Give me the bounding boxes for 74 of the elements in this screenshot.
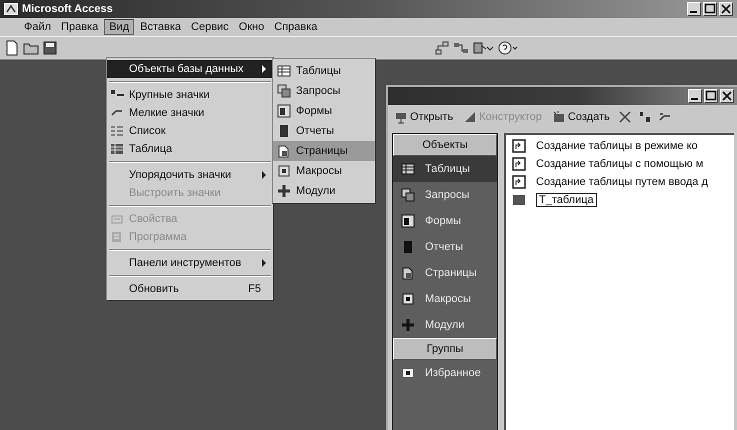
help-icon[interactable] — [497, 40, 519, 56]
form-icon — [277, 104, 291, 118]
sidebar-item[interactable]: Отчеты — [393, 234, 497, 260]
sidebar-item[interactable]: Таблицы — [393, 156, 497, 182]
menu-item[interactable]: Упорядочить значки — [107, 166, 273, 184]
details-icon — [110, 142, 124, 156]
menu-item[interactable]: Объекты базы данных — [107, 60, 273, 78]
menu-item[interactable]: Запросы — [273, 81, 375, 101]
query-icon — [277, 84, 291, 98]
module-icon — [277, 184, 291, 198]
menu-item[interactable]: Отчеты — [273, 121, 375, 141]
menu-item[interactable]: Таблицы — [273, 61, 375, 81]
list-item[interactable]: Создание таблицы путем ввода д — [536, 176, 708, 188]
page-icon — [401, 266, 415, 280]
module-icon — [401, 318, 415, 332]
floppy-icon[interactable] — [42, 40, 58, 56]
form-icon — [401, 214, 415, 228]
query-icon — [401, 188, 415, 202]
list-icon — [110, 124, 124, 138]
macro-icon — [401, 292, 415, 306]
report-icon — [401, 240, 415, 254]
section-header-button[interactable]: Группы — [393, 338, 497, 360]
page-icon — [277, 144, 291, 158]
menu-item[interactable]: Файл — [20, 20, 56, 34]
maximize-icon[interactable] — [703, 2, 717, 16]
submenu-arrow-icon — [261, 259, 267, 267]
sidebar-item[interactable]: Модули — [393, 312, 497, 338]
minimize-icon[interactable] — [687, 2, 701, 16]
new-object-icon[interactable] — [472, 40, 494, 56]
sidebar-item[interactable]: Макросы — [393, 286, 497, 312]
list-item[interactable]: Создание таблицы в режиме ко — [536, 140, 698, 152]
report-icon — [277, 124, 291, 138]
link-icon[interactable] — [434, 40, 450, 56]
menu-item[interactable]: Правка — [57, 20, 102, 34]
sidebar-item[interactable]: Избранное — [393, 360, 497, 386]
shortcut-label: F5 — [248, 283, 262, 295]
shortcut-icon — [512, 139, 526, 153]
minimize-icon[interactable] — [688, 89, 702, 103]
macro-icon — [277, 164, 291, 178]
submenu-arrow-icon — [261, 65, 267, 73]
section-header-button[interactable]: Объекты — [393, 134, 497, 156]
toolbar-button[interactable]: Открыть — [392, 109, 456, 125]
menu-item[interactable]: Список — [107, 122, 273, 140]
sidebar-item[interactable]: Страницы — [393, 260, 497, 286]
sidebar-item[interactable]: Запросы — [393, 182, 497, 208]
rename-field[interactable]: Т_таблица — [536, 193, 597, 207]
menu-item[interactable]: Вид — [104, 19, 134, 35]
shortcut-icon — [512, 175, 526, 189]
sidebar-item[interactable]: Формы — [393, 208, 497, 234]
menu-item[interactable]: Вставка — [136, 20, 186, 34]
relationship-icon[interactable] — [453, 40, 469, 56]
menu-item[interactable]: Мелкие значки — [107, 104, 273, 122]
menu-item[interactable]: Крупные значки — [107, 86, 273, 104]
shortcut-icon — [512, 157, 526, 171]
close-icon[interactable] — [720, 89, 734, 103]
menu-item[interactable]: Справка — [270, 20, 322, 34]
delete-icon[interactable] — [618, 110, 632, 124]
submenu-arrow-icon — [261, 171, 267, 179]
menu-item[interactable]: Макросы — [273, 161, 375, 181]
list-item[interactable]: Создание таблицы с помощью м — [536, 158, 704, 170]
menu-item[interactable]: Окно — [234, 20, 268, 34]
menu-item[interactable]: Страницы — [273, 141, 375, 161]
close-icon[interactable] — [719, 2, 733, 16]
new-file-icon[interactable] — [4, 40, 20, 56]
window-icon — [4, 3, 18, 15]
menu-item[interactable]: Панели инструментов — [107, 254, 273, 272]
menu-item[interactable]: Формы — [273, 101, 375, 121]
toolbar-button[interactable]: Создать — [550, 109, 612, 125]
menu-item[interactable]: Таблица — [107, 140, 273, 158]
window-title: Microsoft Access — [22, 3, 113, 15]
menu-item[interactable]: Сервис — [187, 20, 233, 34]
menu-item[interactable]: Модули — [273, 181, 375, 201]
menu-item[interactable]: Обновить F5 — [107, 280, 273, 298]
maximize-icon[interactable] — [704, 89, 718, 103]
